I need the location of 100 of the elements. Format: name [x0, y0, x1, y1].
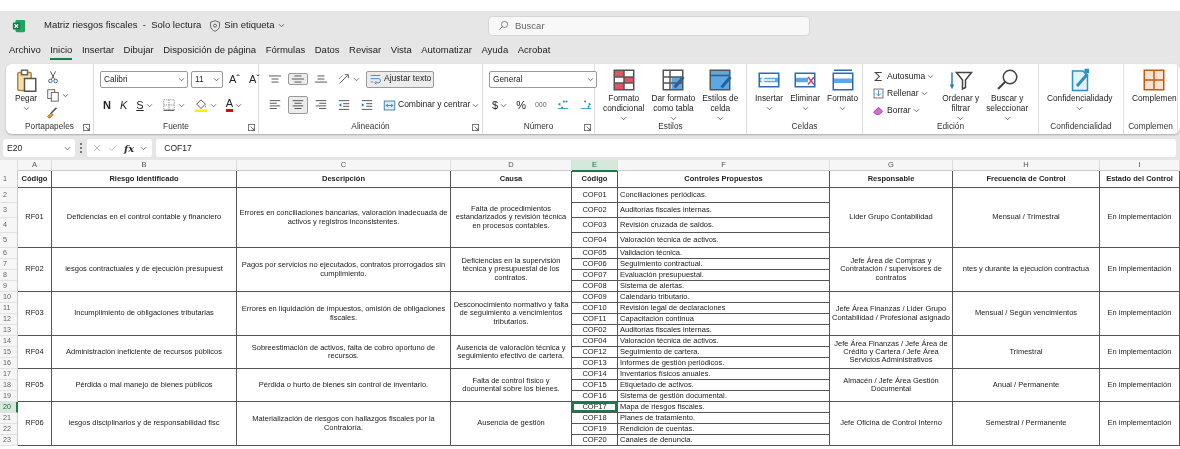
diagonal-arrow-icon [337, 72, 351, 86]
sensitivity-button[interactable]: Confidencialidady [1045, 67, 1115, 120]
launcher-icon[interactable] [584, 124, 591, 131]
group-label: Estilos [658, 120, 683, 133]
caret-icon [213, 76, 220, 82]
outdent-icon [337, 98, 351, 112]
menu-tab[interactable]: Acrobat [517, 42, 551, 61]
shield-icon [209, 19, 222, 32]
align-center-icon [291, 98, 305, 112]
conditional-format-button[interactable]: Formato condicional [601, 67, 647, 120]
group-label: Número [523, 120, 554, 133]
group-label: Edición [936, 120, 965, 133]
excel-logo-icon [12, 18, 26, 33]
decrease-decimal-icon [578, 98, 593, 112]
increase-decimal-icon [555, 98, 570, 112]
eraser-icon [872, 104, 885, 117]
merge-button[interactable]: Combinar y centrar [380, 96, 483, 114]
dropdown-field[interactable]: 11 [191, 70, 223, 88]
menu-tab[interactable]: Fórmulas [265, 42, 306, 61]
align-top-icon [268, 75, 282, 83]
caret-icon [277, 23, 285, 28]
launcher-icon[interactable] [83, 124, 90, 131]
menu-tab[interactable]: Datos [314, 42, 340, 61]
search-icon [995, 68, 1020, 92]
number-format-button[interactable]: % [513, 96, 529, 114]
delete-button[interactable]: Eliminar [788, 67, 823, 120]
paste-button[interactable]: Pegar [12, 67, 40, 120]
down-arrow-box-icon [872, 87, 885, 100]
clear-button[interactable]: Borrar [869, 102, 938, 119]
align-bottom-icon [314, 75, 328, 83]
italic-button[interactable]: K [116, 96, 131, 114]
group-label: Confidencialidad [1050, 120, 1112, 133]
fill-button[interactable]: Rellenar [869, 85, 938, 102]
launcher-icon[interactable] [472, 124, 479, 131]
group-label: Fuente [163, 120, 189, 133]
insert-button[interactable]: Insertar [753, 67, 786, 120]
paint-bucket-icon [193, 98, 208, 112]
menu-tab[interactable]: Ayuda [481, 42, 509, 61]
window-title: Matriz riesgos fiscales - Solo lectura [44, 18, 202, 33]
menu-tab[interactable]: Dibujar [123, 42, 154, 61]
group-label: Celdas [791, 120, 818, 133]
add-ins-button[interactable]: Complemen [1130, 67, 1179, 120]
sigma-icon [872, 70, 885, 83]
align-left-icon [268, 98, 282, 112]
search-icon [498, 19, 509, 31]
merge-cells-icon [383, 98, 396, 112]
caret-icon [64, 145, 71, 151]
format-button[interactable]: Formato [825, 67, 860, 120]
formula-field[interactable]: COF17 [156, 139, 1176, 157]
launcher-icon[interactable] [248, 124, 255, 131]
table-brush-icon [708, 68, 733, 92]
cancel-icon [92, 143, 102, 153]
menu-tab[interactable]: Automatizar [421, 42, 472, 61]
align-right-icon [314, 98, 328, 112]
grid-squares-icon [1142, 68, 1167, 92]
align-middle-button[interactable] [288, 73, 308, 85]
search-field[interactable]: Buscar [488, 15, 810, 36]
name-box[interactable]: E20 [3, 139, 75, 157]
align-middle-icon [291, 75, 305, 83]
border-grid-icon [161, 98, 176, 112]
cell-styles-button[interactable]: Estilos de celda [700, 67, 741, 120]
shrink-font-button[interactable]: Aˇ [246, 70, 263, 88]
indent-icon [360, 98, 374, 112]
format-table-button[interactable]: Dar formato como tabla [649, 67, 698, 120]
caret-icon [178, 76, 185, 82]
grid-icon [830, 68, 855, 92]
underline-button[interactable]: S [133, 96, 156, 114]
paintbrush-icon [46, 106, 60, 120]
font-color-button[interactable]: A [222, 96, 245, 114]
sort-filter-button[interactable]: Ordenar y filtrar [940, 67, 982, 120]
clipboard-icon [14, 68, 38, 92]
menu-tab[interactable]: Disposición de página [163, 42, 257, 61]
table-brush-icon [661, 68, 686, 92]
menu-tab[interactable]: Revisar [349, 42, 382, 61]
bold-button[interactable]: N [100, 96, 114, 114]
menu-tab[interactable]: Archivo [9, 42, 41, 61]
align-center-button[interactable] [288, 96, 308, 114]
wrap-text-icon [369, 72, 382, 86]
group-label: Portapapeles [25, 120, 74, 133]
wrap-text-button[interactable]: Ajustar texto [366, 70, 435, 88]
caret-icon [587, 76, 594, 82]
group-label: Complemen [1128, 120, 1173, 133]
dropdown-field[interactable]: Calibri [100, 70, 188, 88]
more-icon [79, 142, 83, 154]
grow-font-button[interactable]: Aˆ [226, 70, 243, 88]
sensitivity-label-button[interactable]: Sin etiqueta [209, 18, 285, 33]
dropdown-field[interactable]: General [489, 70, 597, 88]
autosum-button[interactable]: Autosuma [869, 68, 938, 85]
check-icon [108, 143, 118, 153]
colored-grid-icon [611, 68, 636, 92]
scissors-icon [46, 70, 60, 84]
find-select-button[interactable]: Buscar y seleccionar [984, 67, 1031, 120]
menu-tab[interactable]: Inicio [50, 42, 73, 61]
group-label: Alineación [351, 120, 390, 133]
copy-icon [46, 88, 60, 102]
caret-icon [140, 145, 148, 151]
menu-tab[interactable]: Insertar [81, 42, 115, 61]
menu-tab[interactable]: Vista [390, 42, 412, 61]
number-format-button[interactable]: $ [489, 96, 511, 114]
insert-function-button[interactable]: fx [124, 140, 135, 156]
